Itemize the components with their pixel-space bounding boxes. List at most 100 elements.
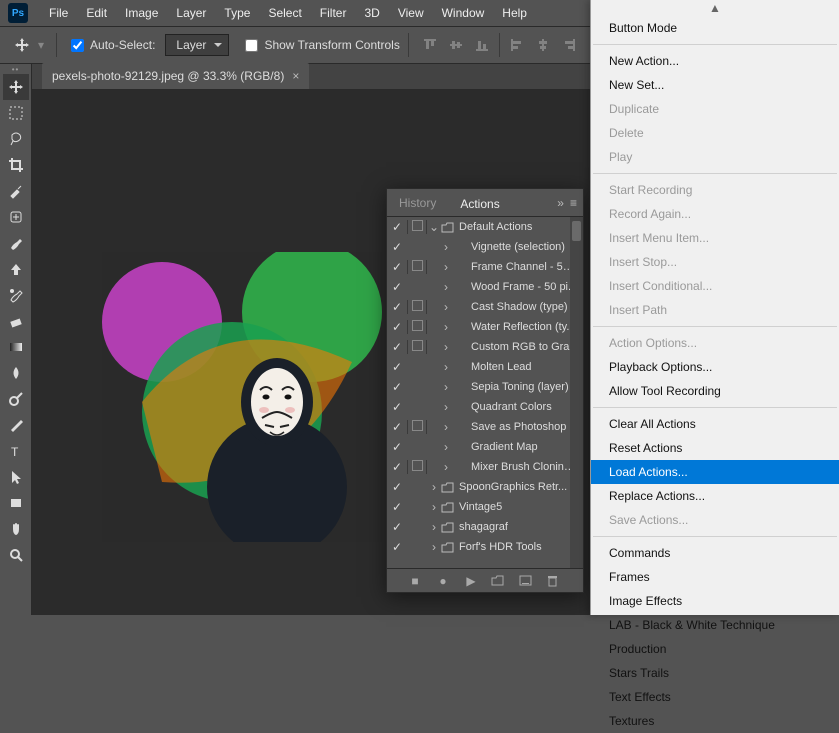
stop-icon[interactable]: ■ (407, 574, 423, 588)
actions-row[interactable]: ✓›Custom RGB to Gra... (387, 337, 583, 357)
new-action-icon[interactable] (519, 575, 535, 586)
toggle-action-checkbox[interactable]: ✓ (387, 280, 407, 294)
expand-toggle-icon[interactable]: › (439, 360, 453, 374)
lasso-tool[interactable] (3, 126, 29, 152)
toggle-action-checkbox[interactable]: ✓ (387, 400, 407, 414)
actions-row[interactable]: ✓›Vignette (selection) (387, 237, 583, 257)
actions-row[interactable]: ✓›Water Reflection (ty... (387, 317, 583, 337)
expand-toggle-icon[interactable]: ⌄ (427, 220, 441, 234)
menu-scroll-up-icon[interactable]: ▲ (591, 0, 839, 16)
expand-toggle-icon[interactable]: › (427, 540, 441, 554)
brush-tool[interactable] (3, 230, 29, 256)
toggle-dialog-checkbox[interactable] (407, 300, 427, 314)
expand-toggle-icon[interactable]: › (439, 440, 453, 454)
actions-row[interactable]: ✓›Cast Shadow (type) (387, 297, 583, 317)
marquee-tool[interactable] (3, 100, 29, 126)
toggle-action-checkbox[interactable]: ✓ (387, 220, 407, 234)
toggle-action-checkbox[interactable]: ✓ (387, 500, 407, 514)
menu-item-allow-tool-recording[interactable]: Allow Tool Recording (591, 379, 839, 403)
menu-item-commands[interactable]: Commands (591, 541, 839, 565)
actions-row[interactable]: ✓›Molten Lead (387, 357, 583, 377)
expand-toggle-icon[interactable]: › (439, 400, 453, 414)
menu-item-lab-black-white-technique[interactable]: LAB - Black & White Technique (591, 613, 839, 637)
actions-row[interactable]: ✓›SpoonGraphics Retr... (387, 477, 583, 497)
history-brush-tool[interactable] (3, 282, 29, 308)
new-set-icon[interactable] (491, 575, 507, 586)
menu-window[interactable]: Window (433, 6, 494, 20)
actions-row[interactable]: ✓›Mixer Brush Cloning... (387, 457, 583, 477)
expand-toggle-icon[interactable]: › (427, 500, 441, 514)
toggle-action-checkbox[interactable]: ✓ (387, 260, 407, 274)
actions-row[interactable]: ✓›Gradient Map (387, 437, 583, 457)
menu-item-production[interactable]: Production (591, 637, 839, 661)
toggle-action-checkbox[interactable]: ✓ (387, 540, 407, 554)
expand-toggle-icon[interactable]: › (439, 420, 453, 434)
menu-item-new-set[interactable]: New Set... (591, 73, 839, 97)
actions-row[interactable]: ✓›shagagraf (387, 517, 583, 537)
align-vcenter-icon[interactable] (445, 34, 467, 56)
actions-row[interactable]: ✓›Wood Frame - 50 pi... (387, 277, 583, 297)
menu-item-image-effects[interactable]: Image Effects (591, 589, 839, 613)
align-right-icon[interactable] (558, 34, 580, 56)
menu-item-text-effects[interactable]: Text Effects (591, 685, 839, 709)
menu-file[interactable]: File (40, 6, 77, 20)
toggle-action-checkbox[interactable]: ✓ (387, 300, 407, 314)
blur-tool[interactable] (3, 360, 29, 386)
actions-row[interactable]: ✓›Vintage5 (387, 497, 583, 517)
actions-row[interactable]: ✓›Forf's HDR Tools (387, 537, 583, 557)
align-left-icon[interactable] (506, 34, 528, 56)
menu-item-playback-options[interactable]: Playback Options... (591, 355, 839, 379)
expand-toggle-icon[interactable]: › (439, 320, 453, 334)
auto-select-target-dropdown[interactable]: Layer (165, 34, 229, 56)
actions-row[interactable]: ✓›Save as Photoshop ... (387, 417, 583, 437)
menu-image[interactable]: Image (116, 6, 167, 20)
eraser-tool[interactable] (3, 308, 29, 334)
menu-item-stars-trails[interactable]: Stars Trails (591, 661, 839, 685)
toggle-dialog-checkbox[interactable] (407, 420, 427, 434)
toggle-action-checkbox[interactable]: ✓ (387, 360, 407, 374)
expand-toggle-icon[interactable]: › (439, 340, 453, 354)
menu-view[interactable]: View (389, 6, 433, 20)
rectangle-tool[interactable] (3, 490, 29, 516)
expand-toggle-icon[interactable]: › (439, 460, 453, 474)
expand-toggle-icon[interactable]: › (439, 240, 453, 254)
tab-history[interactable]: History (387, 189, 448, 216)
menu-type[interactable]: Type (215, 6, 259, 20)
toggle-dialog-checkbox[interactable] (407, 260, 427, 274)
tab-actions[interactable]: Actions (448, 189, 511, 216)
record-icon[interactable]: ● (435, 574, 451, 588)
actions-tree[interactable]: ✓⌄Default Actions✓›Vignette (selection)✓… (387, 217, 583, 568)
menu-help[interactable]: Help (493, 6, 536, 20)
dodge-tool[interactable] (3, 386, 29, 412)
gradient-tool[interactable] (3, 334, 29, 360)
expand-toggle-icon[interactable]: › (439, 300, 453, 314)
clone-tool[interactable] (3, 256, 29, 282)
hand-tool[interactable] (3, 516, 29, 542)
show-transform-checkbox[interactable] (245, 39, 258, 52)
toggle-action-checkbox[interactable]: ✓ (387, 460, 407, 474)
toggle-action-checkbox[interactable]: ✓ (387, 240, 407, 254)
panel-menu-icon[interactable]: ≡ (570, 196, 577, 210)
menu-item-textures[interactable]: Textures (591, 709, 839, 733)
toggle-action-checkbox[interactable]: ✓ (387, 440, 407, 454)
menu-filter[interactable]: Filter (311, 6, 356, 20)
menu-item-new-action[interactable]: New Action... (591, 49, 839, 73)
actions-row[interactable]: ✓⌄Default Actions (387, 217, 583, 237)
align-hcenter-icon[interactable] (532, 34, 554, 56)
align-bottom-icon[interactable] (471, 34, 493, 56)
menu-edit[interactable]: Edit (77, 6, 116, 20)
toggle-dialog-checkbox[interactable] (407, 460, 427, 474)
toggle-action-checkbox[interactable]: ✓ (387, 520, 407, 534)
document-tab[interactable]: pexels-photo-92129.jpeg @ 33.3% (RGB/8) … (42, 63, 309, 89)
close-icon[interactable]: × (292, 69, 299, 83)
menu-select[interactable]: Select (259, 6, 310, 20)
healing-tool[interactable] (3, 204, 29, 230)
panel-collapse-icon[interactable]: » (557, 196, 564, 210)
crop-tool[interactable] (3, 152, 29, 178)
zoom-tool[interactable] (3, 542, 29, 568)
play-icon[interactable]: ▶ (463, 574, 479, 588)
align-top-icon[interactable] (419, 34, 441, 56)
toggle-action-checkbox[interactable]: ✓ (387, 380, 407, 394)
menu-item-button-mode[interactable]: Button Mode (591, 16, 839, 40)
menu-item-frames[interactable]: Frames (591, 565, 839, 589)
